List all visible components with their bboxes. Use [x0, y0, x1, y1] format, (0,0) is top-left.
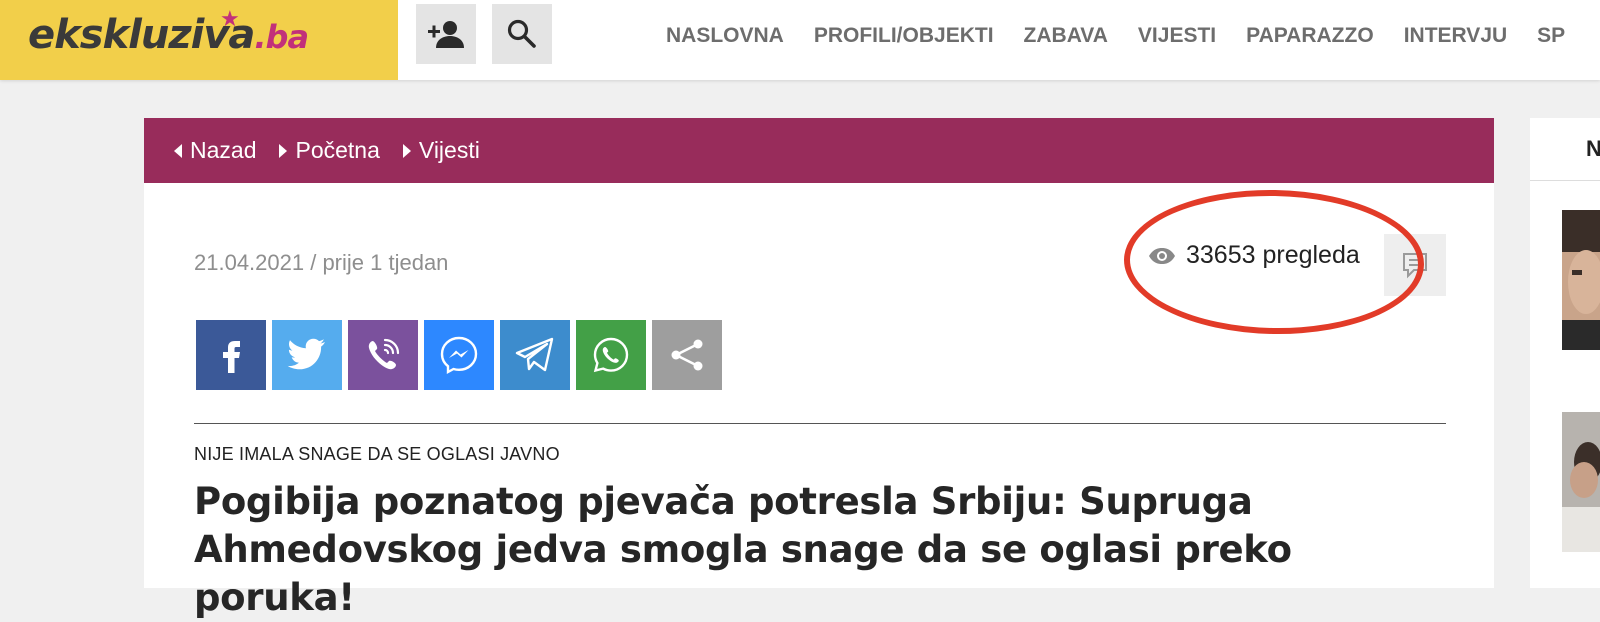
breadcrumb-home-label: Početna [295, 137, 380, 163]
sidebar-thumbnail[interactable] [1562, 412, 1600, 552]
article-kicker: NIJE IMALA SNAGE DA SE OGLASI JAVNO [194, 444, 560, 464]
person-photo [1562, 412, 1600, 552]
sidebar: N [1530, 118, 1600, 588]
logo-text: ekskluziva.ba [28, 12, 309, 58]
nav-item-intervju[interactable]: INTERVJU [1404, 24, 1507, 48]
share-bar [196, 320, 728, 390]
breadcrumb-back-label: Nazad [190, 137, 257, 163]
person-photo [1562, 210, 1600, 350]
comments-button[interactable] [1384, 234, 1446, 296]
generic-share-button[interactable] [652, 320, 722, 390]
messenger-share-button[interactable] [424, 320, 494, 390]
facebook-icon [223, 341, 240, 373]
breadcrumb-section[interactable]: Vijesti [402, 137, 480, 164]
viber-share-button[interactable] [348, 320, 418, 390]
facebook-share-button[interactable] [196, 320, 266, 390]
nav-item-sport[interactable]: SP [1537, 24, 1565, 48]
twitter-share-button[interactable] [272, 320, 342, 390]
logo-tld: .ba [254, 18, 309, 56]
share-icon [671, 339, 703, 371]
article-headline: Pogibija poznatog pjevača potresla Srbij… [194, 480, 1292, 619]
viber-icon [368, 338, 400, 370]
breadcrumb-section-label: Vijesti [418, 137, 480, 163]
view-count-label: 33653 pregleda [1186, 241, 1360, 269]
twitter-icon [287, 338, 325, 370]
telegram-share-button[interactable] [500, 320, 570, 390]
article-card: Nazad Početna Vijesti 21.04.2021 / prije… [144, 118, 1494, 619]
sidebar-tab[interactable]: N [1586, 136, 1600, 162]
whatsapp-share-button[interactable] [576, 320, 646, 390]
main-nav: NASLOVNA PROFILI/OBJEKTI ZABAVA VIJESTI … [666, 0, 1595, 72]
article-date: 21.04.2021 / prije 1 tjedan [194, 250, 449, 275]
add-user-icon [428, 21, 464, 48]
nav-item-paparazzo[interactable]: PAPARAZZO [1246, 24, 1374, 48]
telegram-icon [515, 337, 554, 372]
nav-item-zabava[interactable]: ZABAVA [1024, 24, 1108, 48]
nav-item-vijesti[interactable]: VIJESTI [1138, 24, 1216, 48]
caret-right-icon [402, 143, 411, 158]
view-count: 33653 pregleda [1148, 241, 1360, 270]
search-button[interactable] [492, 4, 552, 64]
site-header: ★ ekskluziva.ba NASLOVNA PROFILI/OBJEKTI… [0, 0, 1600, 80]
eye-icon [1149, 247, 1175, 264]
nav-item-naslovna[interactable]: NASLOVNA [666, 24, 784, 48]
breadcrumb: Nazad Početna Vijesti [144, 118, 1494, 183]
search-icon [507, 19, 536, 48]
logo[interactable]: ★ ekskluziva.ba [0, 0, 398, 80]
content-divider [194, 423, 1446, 424]
sidebar-divider [1530, 180, 1600, 181]
caret-left-icon [174, 143, 182, 158]
logo-main: ekskluziva [28, 12, 255, 58]
nav-item-profili-objekti[interactable]: PROFILI/OBJEKTI [814, 24, 994, 48]
caret-right-icon [279, 143, 288, 158]
messenger-icon [440, 336, 478, 375]
breadcrumb-home[interactable]: Početna [279, 137, 380, 164]
comment-icon [1403, 253, 1427, 279]
add-user-button[interactable] [416, 4, 476, 64]
sidebar-thumbnail[interactable] [1562, 210, 1600, 350]
breadcrumb-back[interactable]: Nazad [174, 137, 256, 164]
whatsapp-icon [593, 337, 629, 373]
